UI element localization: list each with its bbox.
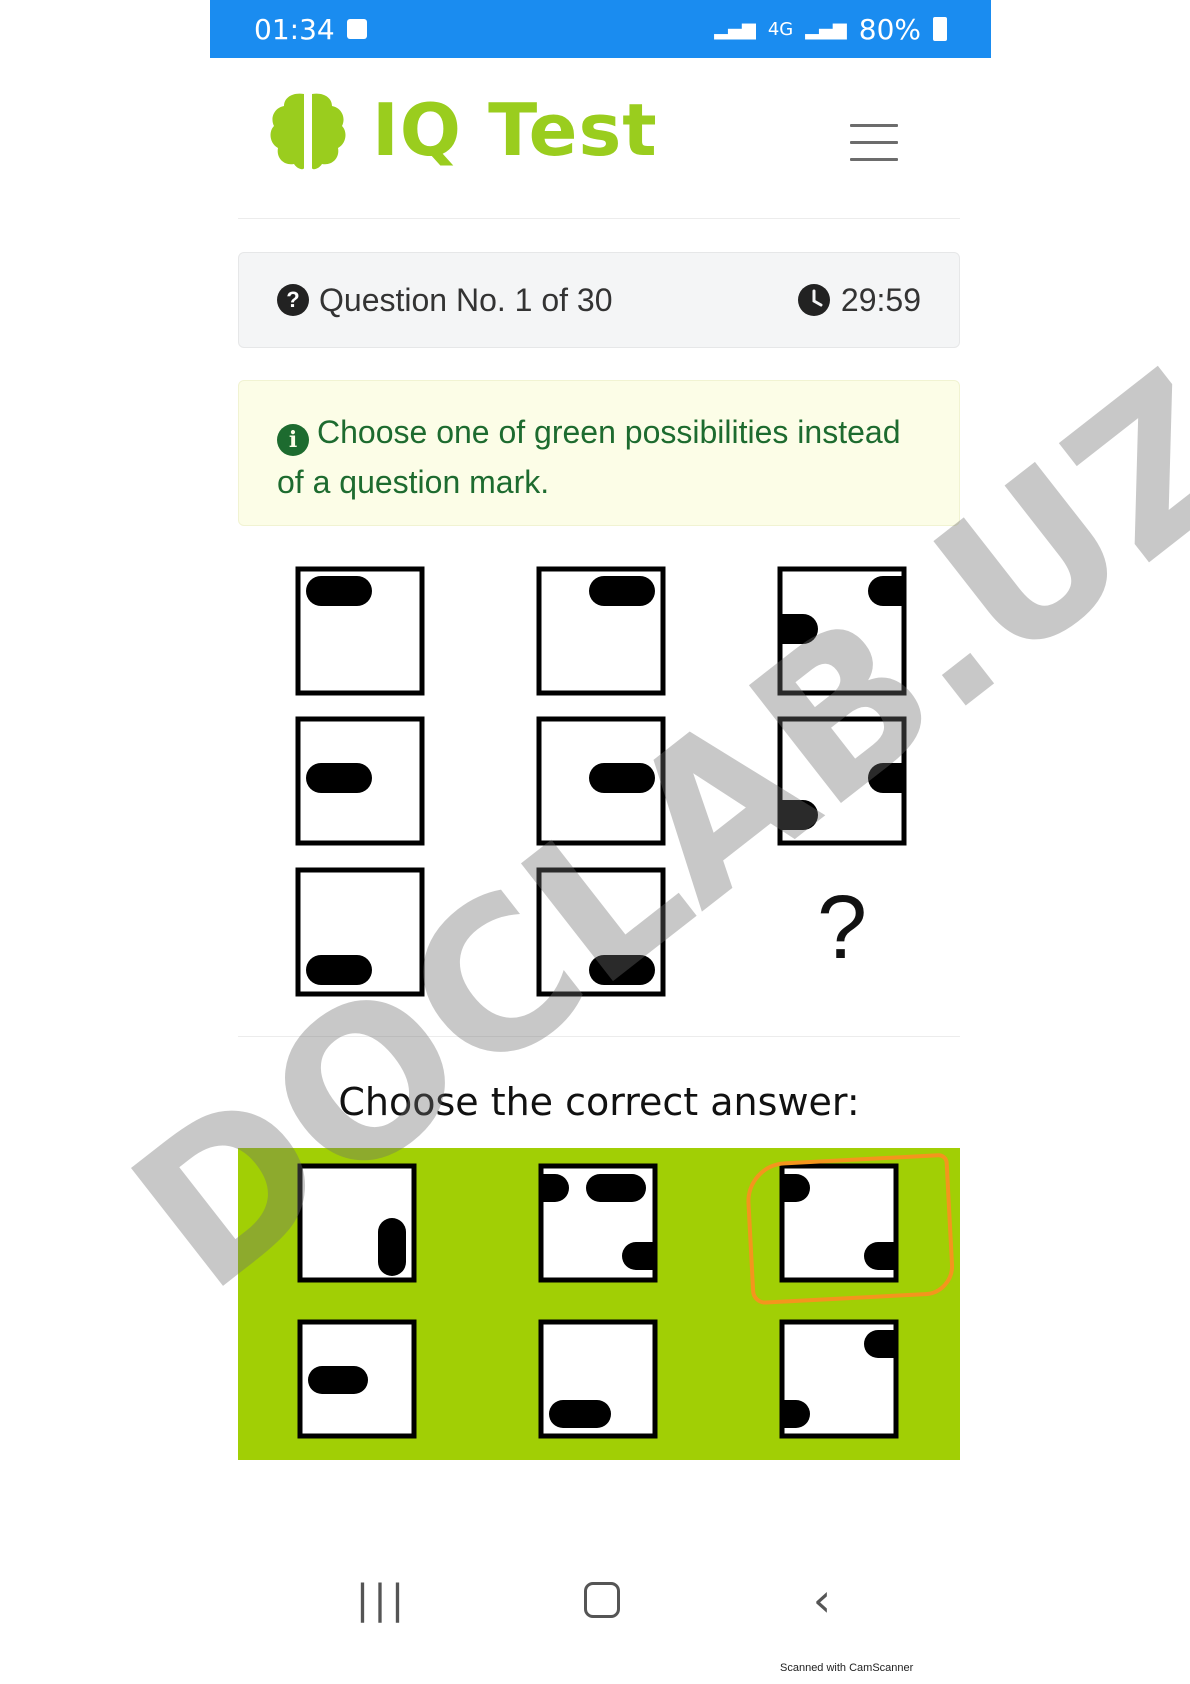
scanner-note: Scanned with CamScanner xyxy=(780,1662,914,1674)
home-button[interactable] xyxy=(562,1560,642,1640)
answer-options xyxy=(297,1163,920,1439)
recent-apps-icon: ||| xyxy=(355,1577,409,1623)
answer-option-4[interactable] xyxy=(297,1319,417,1439)
home-icon xyxy=(584,1582,620,1618)
answer-option-1[interactable] xyxy=(297,1163,417,1283)
system-nav-bar: ||| ‹ xyxy=(210,1560,991,1640)
answer-option-6[interactable] xyxy=(754,1319,920,1439)
back-button[interactable]: ‹ xyxy=(782,1560,862,1640)
answer-option-2[interactable] xyxy=(513,1163,678,1283)
answer-option-3[interactable] xyxy=(754,1163,920,1283)
back-icon: ‹ xyxy=(812,1573,832,1627)
answer-option-5[interactable] xyxy=(538,1319,658,1439)
recent-apps-button[interactable]: ||| xyxy=(342,1560,422,1640)
